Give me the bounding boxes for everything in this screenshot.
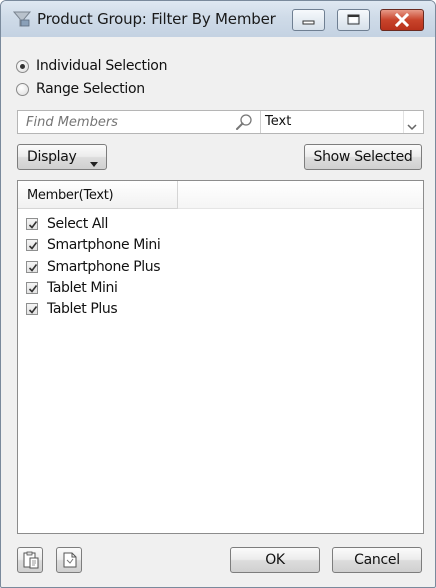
window-title: Product Group: Filter By Member — [37, 10, 276, 28]
checkmark-icon — [28, 306, 38, 314]
filter-funnel-icon — [12, 11, 32, 27]
list-item-label: Smartphone Plus — [47, 259, 161, 275]
list-item-label: Smartphone Mini — [47, 237, 161, 253]
checkbox-checked[interactable] — [26, 303, 38, 315]
close-icon — [394, 12, 410, 28]
maximize-icon — [347, 14, 360, 25]
column-header-filler — [178, 181, 423, 209]
list-item-label: Select All — [47, 216, 108, 232]
ok-button[interactable]: OK — [230, 547, 320, 573]
cancel-button[interactable]: Cancel — [332, 547, 422, 573]
divider — [403, 111, 404, 133]
divider — [260, 111, 261, 133]
radio-button-selected[interactable] — [16, 59, 29, 73]
close-button[interactable] — [380, 9, 424, 31]
maximize-button[interactable] — [337, 9, 370, 31]
display-label: Display — [27, 149, 77, 165]
show-selected-button[interactable]: Show Selected — [304, 144, 422, 170]
minimize-icon — [302, 20, 315, 25]
minimize-button[interactable] — [292, 9, 325, 31]
checkmark-icon — [28, 221, 38, 229]
filter-dialog: Product Group: Filter By Member Individu… — [0, 0, 436, 588]
find-members-input[interactable] — [18, 111, 256, 133]
checkmark-icon — [28, 242, 38, 250]
checkmark-icon — [28, 285, 38, 293]
radio-label: Individual Selection — [36, 58, 168, 74]
list-item[interactable]: Tablet Mini — [26, 278, 118, 298]
member-list[interactable]: Member(Text) Select All Smartphone Mini … — [17, 180, 424, 534]
title-bar[interactable]: Product Group: Filter By Member — [1, 1, 435, 37]
checkbox-checked[interactable] — [26, 261, 38, 273]
chevron-down-icon[interactable] — [406, 119, 418, 134]
list-item-label: Tablet Plus — [47, 301, 118, 317]
copy-icon — [63, 552, 77, 568]
radio-range-selection[interactable]: Range Selection — [16, 79, 145, 99]
radio-button[interactable] — [16, 82, 29, 96]
paste-icon — [23, 551, 39, 569]
column-header-member[interactable]: Member(Text) — [18, 181, 178, 209]
paste-button[interactable] — [17, 547, 43, 573]
display-dropdown-button[interactable]: Display — [17, 144, 107, 170]
copy-button[interactable] — [56, 547, 82, 573]
search-bar: Text — [17, 110, 424, 134]
checkbox-checked[interactable] — [26, 239, 38, 251]
list-item[interactable]: Smartphone Plus — [26, 257, 161, 277]
checkmark-icon — [28, 264, 38, 272]
search-icon[interactable] — [234, 113, 254, 134]
list-item[interactable]: Select All — [26, 214, 108, 234]
list-item[interactable]: Smartphone Mini — [26, 235, 161, 255]
radio-individual-selection[interactable]: Individual Selection — [16, 56, 167, 76]
checkbox-checked[interactable] — [26, 282, 38, 294]
radio-label: Range Selection — [36, 81, 145, 97]
checkbox-checked[interactable] — [26, 218, 38, 230]
caret-down-icon — [90, 155, 98, 171]
list-item-label: Tablet Mini — [47, 280, 118, 296]
list-item[interactable]: Tablet Plus — [26, 299, 118, 319]
search-type-dropdown[interactable]: Text — [265, 114, 291, 129]
